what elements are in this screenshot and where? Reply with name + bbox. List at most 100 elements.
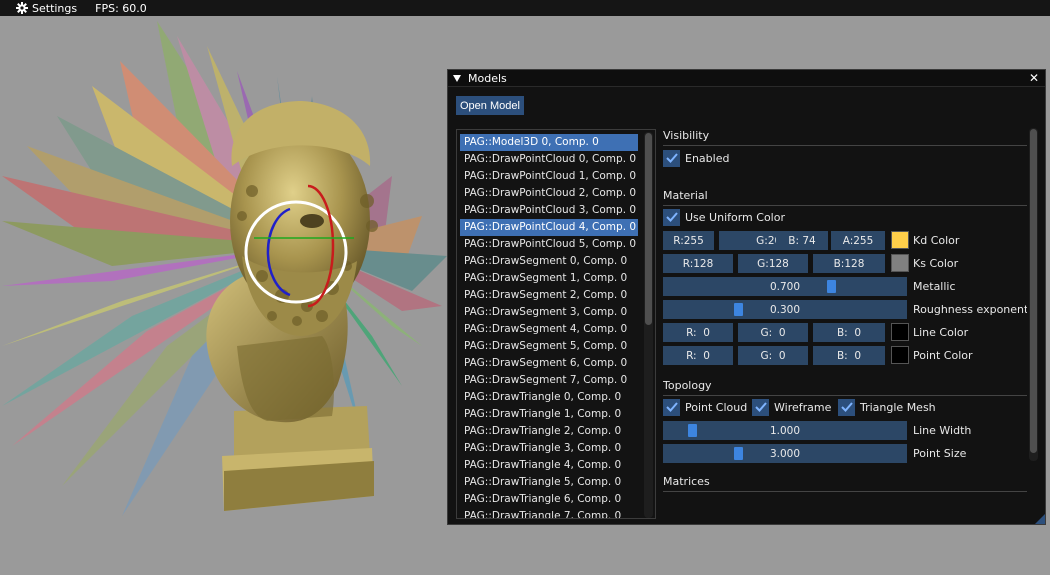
list-item[interactable]: PAG::DrawPointCloud 1, Comp. 0 — [460, 168, 638, 185]
kd-r-field[interactable]: R:255 — [663, 231, 714, 250]
point-size-value: 3.000 — [769, 447, 801, 460]
window-title: Models — [468, 71, 507, 85]
list-item[interactable]: PAG::DrawTriangle 7, Comp. 0 — [460, 508, 638, 518]
list-item[interactable]: PAG::DrawSegment 4, Comp. 0 — [460, 321, 638, 338]
checkmark-icon — [665, 153, 678, 163]
slider-grab[interactable] — [688, 424, 698, 437]
use-uniform-color-row[interactable]: Use Uniform Color — [663, 208, 785, 226]
triangle-down-icon[interactable] — [453, 74, 461, 82]
scrollbar-thumb[interactable] — [645, 133, 652, 325]
line-color-b-field[interactable]: B: 0 — [813, 323, 885, 342]
point-size-label: Point Size — [913, 447, 967, 460]
settings-label: Settings — [32, 1, 78, 15]
model-list-scrollbar[interactable] — [644, 132, 653, 518]
open-model-button[interactable]: Open Model — [456, 96, 524, 115]
line-width-value: 1.000 — [769, 424, 801, 437]
ks-b-field[interactable]: B:128 — [813, 254, 885, 273]
settings-menu[interactable]: Settings — [16, 2, 77, 15]
metallic-label: Metallic — [913, 280, 956, 293]
slider-grab[interactable] — [826, 280, 836, 293]
use-uniform-color-checkbox[interactable] — [663, 208, 680, 226]
wireframe-checkbox[interactable] — [752, 398, 769, 416]
gear-icon — [16, 2, 28, 14]
list-item[interactable]: PAG::DrawSegment 6, Comp. 0 — [460, 355, 638, 372]
list-item[interactable]: PAG::Model3D 0, Comp. 0 — [460, 134, 638, 151]
enabled-checkbox[interactable] — [663, 149, 680, 167]
checkmark-icon — [754, 402, 767, 412]
point-color-r-field[interactable]: R: 0 — [663, 346, 733, 365]
line-width-slider[interactable]: 1.000 — [663, 421, 907, 440]
wireframe-label: Wireframe — [774, 400, 832, 414]
visibility-header[interactable]: Visibility — [663, 128, 1027, 146]
kd-color-label: Kd Color — [913, 234, 960, 247]
ks-r-field[interactable]: R:128 — [663, 254, 733, 273]
list-item[interactable]: PAG::DrawTriangle 1, Comp. 0 — [460, 406, 638, 423]
point-color-g-field[interactable]: G: 0 — [738, 346, 808, 365]
point-color-b-field[interactable]: B: 0 — [813, 346, 885, 365]
matrices-section: Matrices — [663, 474, 1027, 492]
line-color-g-field[interactable]: G: 0 — [738, 323, 808, 342]
enabled-label: Enabled — [685, 151, 730, 165]
triangle-mesh-row[interactable]: Triangle Mesh — [838, 398, 936, 416]
line-color-label: Line Color — [913, 326, 969, 339]
triangle-mesh-label: Triangle Mesh — [860, 400, 936, 414]
menu-bar: Settings FPS: 60.0 — [0, 0, 1050, 16]
matrices-header[interactable]: Matrices — [663, 474, 1027, 492]
scrollbar-thumb[interactable] — [1030, 129, 1037, 453]
checkmark-icon — [665, 402, 678, 412]
material-header[interactable]: Material — [663, 188, 1027, 206]
list-item[interactable]: PAG::DrawSegment 5, Comp. 0 — [460, 338, 638, 355]
window-title-bar[interactable]: Models ✕ — [448, 70, 1045, 87]
slider-grab[interactable] — [734, 303, 744, 316]
line-color-swatch[interactable] — [891, 323, 909, 341]
use-uniform-color-label: Use Uniform Color — [685, 210, 785, 224]
point-cloud-checkbox[interactable] — [663, 398, 680, 416]
wireframe-row[interactable]: Wireframe — [752, 398, 831, 416]
model-list[interactable]: PAG::Model3D 0, Comp. 0 PAG::DrawPointClo… — [456, 129, 656, 519]
material-section: Material — [663, 188, 1027, 206]
list-item[interactable]: PAG::DrawPointCloud 4, Comp. 0 — [460, 219, 638, 236]
point-color-swatch[interactable] — [891, 346, 909, 364]
point-cloud-label: Point Cloud — [685, 400, 748, 414]
roughness-label: Roughness exponent — [913, 303, 1027, 316]
list-item[interactable]: PAG::DrawTriangle 4, Comp. 0 — [460, 457, 638, 474]
checkmark-icon — [665, 212, 678, 222]
kd-b-field[interactable]: B: 74 — [776, 231, 828, 250]
topology-section: Topology — [663, 378, 1027, 396]
list-item[interactable]: PAG::DrawTriangle 6, Comp. 0 — [460, 491, 638, 508]
list-item[interactable]: PAG::DrawSegment 3, Comp. 0 — [460, 304, 638, 321]
triangle-mesh-checkbox[interactable] — [838, 398, 855, 416]
enabled-checkbox-row[interactable]: Enabled — [663, 149, 729, 167]
properties-scrollbar[interactable] — [1029, 128, 1038, 461]
ks-color-label: Ks Color — [913, 257, 959, 270]
line-color-r-field[interactable]: R: 0 — [663, 323, 733, 342]
metallic-slider[interactable]: 0.700 — [663, 277, 907, 296]
point-cloud-row[interactable]: Point Cloud — [663, 398, 747, 416]
list-item[interactable]: PAG::DrawTriangle 5, Comp. 0 — [460, 474, 638, 491]
list-item[interactable]: PAG::DrawPointCloud 0, Comp. 0 — [460, 151, 638, 168]
list-item[interactable]: PAG::DrawTriangle 0, Comp. 0 — [460, 389, 638, 406]
topology-header[interactable]: Topology — [663, 378, 1027, 396]
resize-grip[interactable] — [1035, 514, 1045, 524]
fps-counter: FPS: 60.0 — [95, 1, 147, 15]
kd-color-swatch[interactable] — [891, 231, 909, 249]
kd-a-field[interactable]: A:255 — [831, 231, 885, 250]
ks-color-swatch[interactable] — [891, 254, 909, 272]
close-icon[interactable]: ✕ — [1028, 71, 1040, 85]
roughness-slider[interactable]: 0.300 — [663, 300, 907, 319]
list-item[interactable]: PAG::DrawSegment 2, Comp. 0 — [460, 287, 638, 304]
list-item[interactable]: PAG::DrawTriangle 2, Comp. 0 — [460, 423, 638, 440]
bust-model — [206, 101, 378, 511]
metallic-value: 0.700 — [769, 280, 801, 293]
list-item[interactable]: PAG::DrawPointCloud 2, Comp. 0 — [460, 185, 638, 202]
list-item[interactable]: PAG::DrawPointCloud 5, Comp. 0 — [460, 236, 638, 253]
list-item[interactable]: PAG::DrawPointCloud 3, Comp. 0 — [460, 202, 638, 219]
ks-g-field[interactable]: G:128 — [738, 254, 808, 273]
list-item[interactable]: PAG::DrawSegment 7, Comp. 0 — [460, 372, 638, 389]
list-item[interactable]: PAG::DrawSegment 0, Comp. 0 — [460, 253, 638, 270]
list-item[interactable]: PAG::DrawSegment 1, Comp. 0 — [460, 270, 638, 287]
slider-grab[interactable] — [734, 447, 744, 460]
list-item[interactable]: PAG::DrawTriangle 3, Comp. 0 — [460, 440, 638, 457]
point-size-slider[interactable]: 3.000 — [663, 444, 907, 463]
line-width-label: Line Width — [913, 424, 972, 437]
